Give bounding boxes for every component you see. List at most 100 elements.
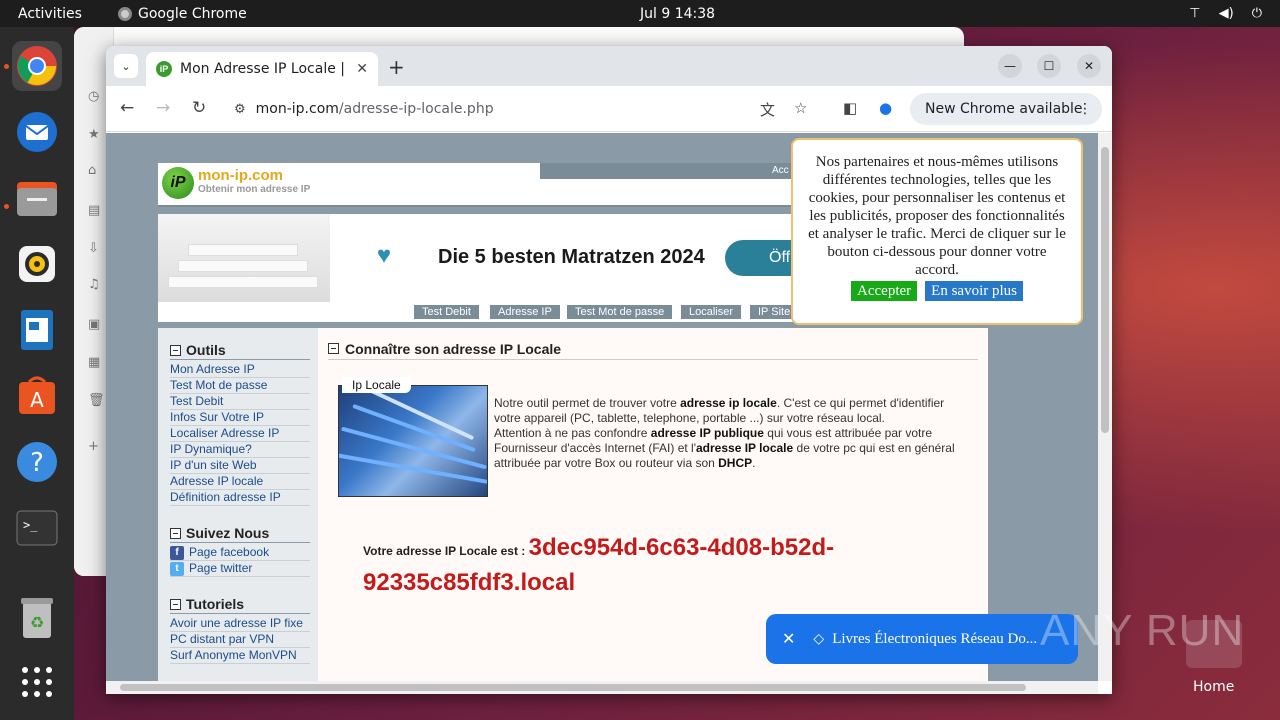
svg-text:♻: ♻ [30, 613, 44, 632]
app-center-icon[interactable]: A [12, 371, 62, 421]
nav-localiser[interactable]: Localiser [681, 305, 742, 319]
svg-text:?: ? [30, 448, 44, 478]
documents-icon: ▤ [88, 203, 101, 218]
minimize-button[interactable]: — [998, 54, 1022, 78]
url-path: /adresse-ip-locale.php [338, 101, 494, 117]
sidebar-link[interactable]: Infos Sur Votre IP [170, 410, 310, 426]
sidebar-link[interactable]: IP Dynamique? [170, 442, 310, 458]
terminal-icon[interactable]: >_ [12, 503, 62, 553]
svg-text:A: A [30, 388, 44, 412]
toolbar: ← → ↻ ⚙ mon-ip.com/adresse-ip-locale.php… [106, 86, 1112, 132]
apps-grid-icon[interactable] [12, 657, 62, 707]
sidebar-link[interactable]: Test Debit [170, 394, 310, 410]
clock[interactable]: Jul 9 14:38 [640, 6, 715, 22]
downloads-icon: ⇩ [88, 241, 99, 256]
ad-image [158, 214, 330, 302]
scroll-thumb[interactable] [120, 684, 1026, 691]
site-name[interactable]: mon-ip.com [198, 167, 283, 184]
maximize-button[interactable]: ☐ [1037, 54, 1061, 78]
ad-logo-icon: ♥ [376, 242, 392, 269]
nav-test-mot-de-passe[interactable]: Test Mot de passe [567, 305, 673, 319]
tab-close-icon[interactable]: ✕ [356, 61, 368, 77]
sidebar-link[interactable]: Avoir une adresse IP fixe [170, 616, 310, 632]
tab-title: Mon Adresse IP Locale | [180, 61, 345, 77]
app-menu[interactable]: Google Chrome [118, 6, 247, 22]
tab-strip: ⌄ iP Mon Adresse IP Locale | ✕ + — ☐ ✕ [106, 46, 1112, 86]
horizontal-scrollbar[interactable] [106, 681, 1098, 694]
scroll-thumb[interactable] [1101, 147, 1109, 433]
running-indicator [4, 64, 9, 69]
nav-test-debit[interactable]: Test Debit [414, 305, 479, 319]
sidebar-link[interactable]: Adresse IP locale [170, 474, 310, 490]
add-location-icon: + [88, 439, 99, 454]
top-bar: Activities Google Chrome Jul 9 14:38 ⊤ ◀… [0, 0, 1280, 27]
svg-text:>_: >_ [23, 518, 38, 532]
close-button[interactable]: ✕ [1077, 54, 1101, 78]
trash-small-icon: 🗑 [88, 393, 105, 408]
update-chrome-button[interactable]: New Chrome available ⋮ [910, 93, 1102, 125]
chrome-small-icon [118, 6, 132, 21]
update-label: New Chrome available [925, 101, 1083, 117]
tab-active[interactable]: iP Mon Adresse IP Locale | ✕ [146, 52, 378, 86]
reload-button[interactable]: ↻ [192, 98, 206, 118]
content-heading: Connaître son adresse IP Locale [328, 338, 978, 360]
sidebar-link[interactable]: Définition adresse IP [170, 490, 310, 506]
description: Notre outil permet de trouver votre adre… [494, 396, 955, 470]
network-cable-image [338, 385, 488, 497]
chevron-down-icon: ⌄ [121, 59, 131, 73]
files-icon[interactable] [12, 173, 62, 223]
vertical-scrollbar[interactable] [1098, 133, 1112, 681]
system-tray[interactable]: ⊤ ◀) ⏻ [1189, 6, 1262, 21]
menu-dots-icon[interactable]: ⋮ [1078, 101, 1092, 117]
toast-close-icon[interactable]: ✕ [782, 629, 795, 649]
side-panel-icon[interactable]: ◧ [843, 99, 857, 117]
toast-text: Livres Électroniques Réseau Do... [832, 630, 1038, 647]
pictures-icon: ▣ [88, 317, 101, 332]
favicon-icon: iP [156, 61, 172, 77]
url-domain: mon-ip.com [255, 101, 339, 117]
address-bar[interactable]: ⚙ mon-ip.com/adresse-ip-locale.php [226, 93, 822, 125]
sidebar-link[interactable]: IP d'un site Web [170, 458, 310, 474]
sidebar-link[interactable]: Surf Anonyme MonVPN [170, 648, 310, 664]
nav-adresse-ip[interactable]: Adresse IP [490, 305, 560, 319]
recent-icon: ◷ [88, 89, 100, 104]
facebook-link[interactable]: f Page facebook [170, 545, 310, 561]
trash-icon[interactable]: ♻ [12, 593, 62, 643]
watermark: ANY RUN [1040, 606, 1245, 655]
rhythmbox-icon[interactable] [12, 239, 62, 289]
cookie-text: Nos partenaires et nous-mêmes utilisons … [808, 154, 1066, 278]
bookmark-star-icon[interactable]: ☆ [794, 99, 807, 117]
volume-icon: ◀) [1218, 6, 1234, 21]
learn-more-button[interactable]: En savoir plus [925, 281, 1023, 301]
help-icon[interactable]: ? [12, 437, 62, 487]
profile-icon[interactable]: ● [879, 99, 892, 117]
chrome-icon[interactable] [12, 41, 62, 91]
activities-button[interactable]: Activities [18, 6, 82, 22]
back-button[interactable]: ← [120, 98, 134, 118]
sidebar-link[interactable]: Test Mot de passe [170, 378, 310, 394]
promo-toast[interactable]: ✕ ◇ Livres Électroniques Réseau Do... [766, 614, 1078, 664]
sidebar-heading-tutorials: Tutoriels [170, 596, 244, 612]
header-link[interactable]: Acc [772, 165, 789, 176]
app-name: Google Chrome [138, 5, 247, 22]
ip-result-label: Votre adresse IP Locale est : [363, 544, 529, 558]
sidebar-link[interactable]: Mon Adresse IP [170, 362, 310, 378]
image-label: Ip Locale [342, 377, 411, 393]
accept-button[interactable]: Accepter [851, 281, 918, 301]
twitter-link[interactable]: t Page twitter [170, 561, 310, 577]
writer-icon[interactable] [12, 305, 62, 355]
thunderbird-icon[interactable] [12, 107, 62, 157]
sidebar-heading-tools: Outils [170, 342, 226, 358]
new-tab-button[interactable]: + [388, 55, 405, 79]
ad-title: Die 5 besten Matratzen 2024 [438, 246, 705, 268]
home-folder-label[interactable]: Home [1193, 679, 1234, 695]
sidebar-link[interactable]: Localiser Adresse IP [170, 426, 310, 442]
site-logo[interactable]: iP [162, 167, 194, 199]
forward-button[interactable]: → [156, 98, 170, 118]
site-sidebar: Outils Mon Adresse IP Test Mot de passe … [158, 328, 318, 681]
network-icon: ⊤ [1189, 6, 1201, 21]
translate-icon[interactable]: 文 [760, 99, 775, 120]
tab-search-button[interactable]: ⌄ [114, 54, 138, 78]
sidebar-link[interactable]: PC distant par VPN [170, 632, 310, 648]
site-info-icon[interactable]: ⚙ [234, 102, 246, 117]
